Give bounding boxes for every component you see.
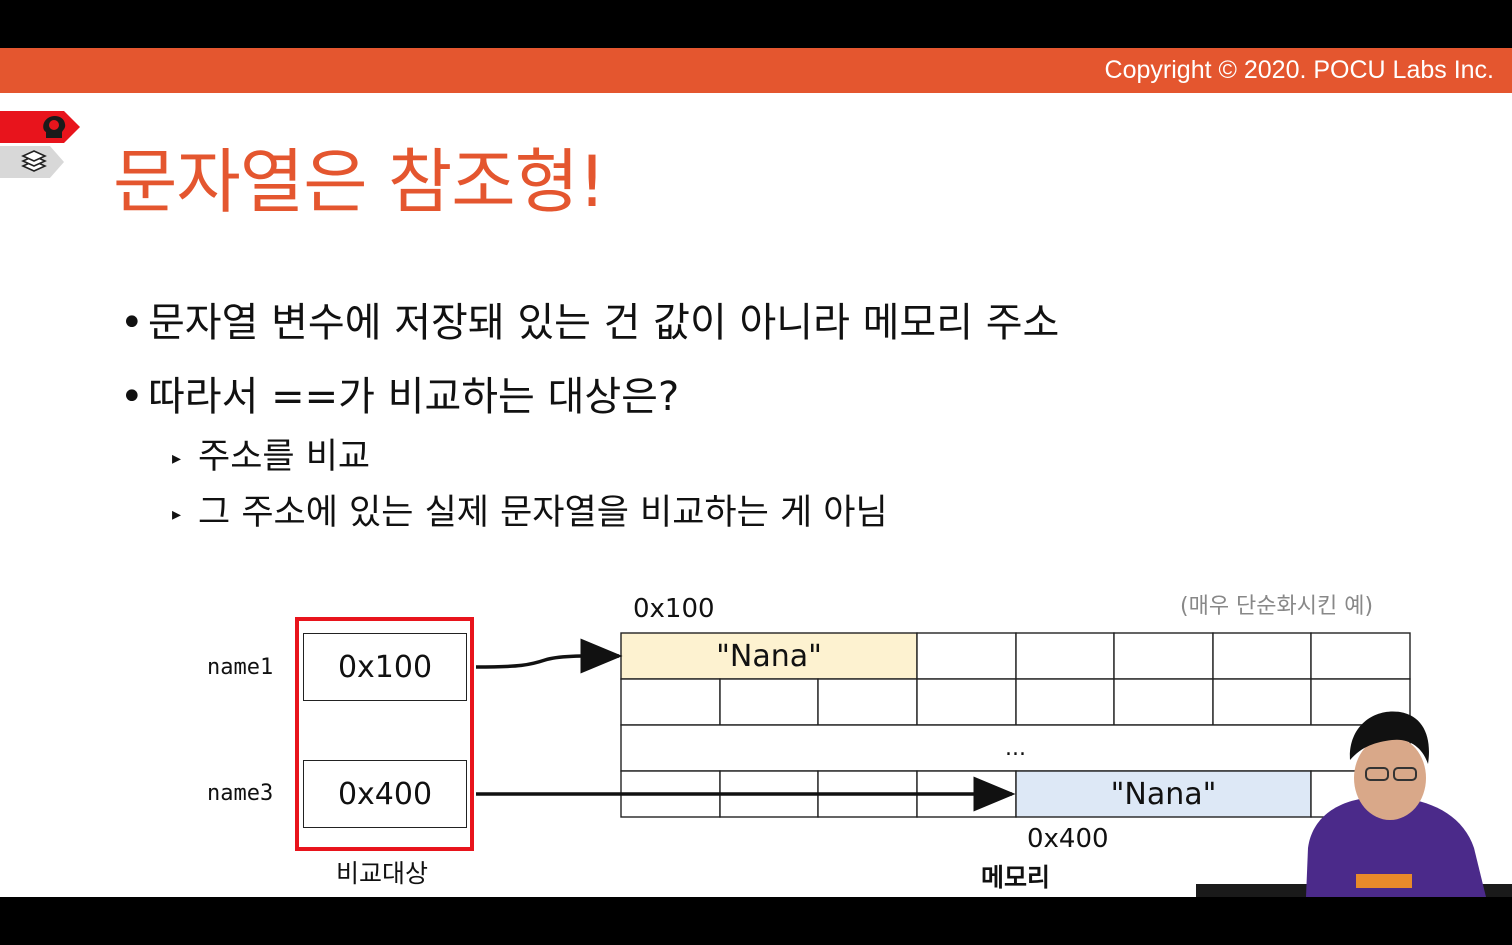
memory-cell (1212, 632, 1312, 680)
memory-cell (916, 678, 1017, 726)
memory-cell (1113, 632, 1214, 680)
presenter-webcam (1196, 711, 1512, 897)
address-label-bottom: 0x400 (1027, 824, 1109, 854)
variable-name-name3: name3 (207, 781, 274, 806)
video-top-letterbox (0, 0, 1512, 48)
memory-cell (719, 678, 819, 726)
video-bottom-letterbox (0, 897, 1512, 945)
pointer-arrow-name1 (475, 638, 623, 674)
memory-cell (620, 678, 721, 726)
memory-cell (1015, 678, 1115, 726)
compare-caption: 비교대상 (336, 859, 429, 888)
memory-cell (1015, 632, 1115, 680)
slide: Copyright © 2020. POCU Labs Inc. 문자열은 참조… (0, 48, 1512, 897)
variable-name-name1: name1 (207, 655, 274, 680)
comparison-highlight-frame (295, 617, 474, 851)
memory-cell (817, 678, 918, 726)
memory-cell (916, 632, 1017, 680)
memory-cell (1310, 632, 1411, 680)
memory-caption: 메모리 (981, 863, 1051, 892)
string-value-top: "Nana" (716, 638, 822, 674)
